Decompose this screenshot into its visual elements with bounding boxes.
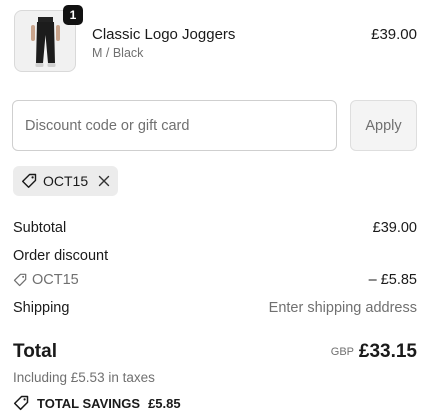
- total-savings: TOTAL SAVINGS £5.85: [13, 395, 181, 411]
- order-discount-label: Order discount: [13, 248, 109, 264]
- taxes-note: Including £5.53 in taxes: [13, 370, 155, 385]
- shipping-label: Shipping: [13, 300, 70, 316]
- discount-value: – £5.85: [368, 272, 417, 288]
- subtotal-value: £39.00: [372, 220, 417, 236]
- shipping-value: Enter shipping address: [268, 300, 417, 316]
- product-variant: M / Black: [92, 46, 144, 60]
- apply-button[interactable]: Apply: [350, 100, 417, 151]
- product-name: Classic Logo Joggers: [92, 26, 236, 43]
- product-price: £39.00: [371, 26, 417, 43]
- total-label: Total: [13, 341, 57, 362]
- total-amount: £33.15: [358, 341, 417, 362]
- discount-code-row: OCT15: [13, 272, 79, 288]
- discount-code-label: OCT15: [32, 272, 79, 288]
- close-icon[interactable]: [98, 175, 110, 187]
- discount-code-input[interactable]: [12, 100, 337, 151]
- subtotal-label: Subtotal: [13, 220, 67, 236]
- savings-label: TOTAL SAVINGS: [37, 395, 141, 411]
- quantity-badge: 1: [63, 5, 83, 25]
- tag-icon: [21, 173, 37, 189]
- tag-icon: [13, 273, 27, 287]
- applied-discount-chip: OCT15: [13, 166, 118, 196]
- currency-code: GBP: [330, 346, 354, 358]
- tag-icon: [13, 395, 29, 411]
- applied-code-label: OCT15: [43, 173, 89, 189]
- savings-value: £5.85: [148, 395, 181, 411]
